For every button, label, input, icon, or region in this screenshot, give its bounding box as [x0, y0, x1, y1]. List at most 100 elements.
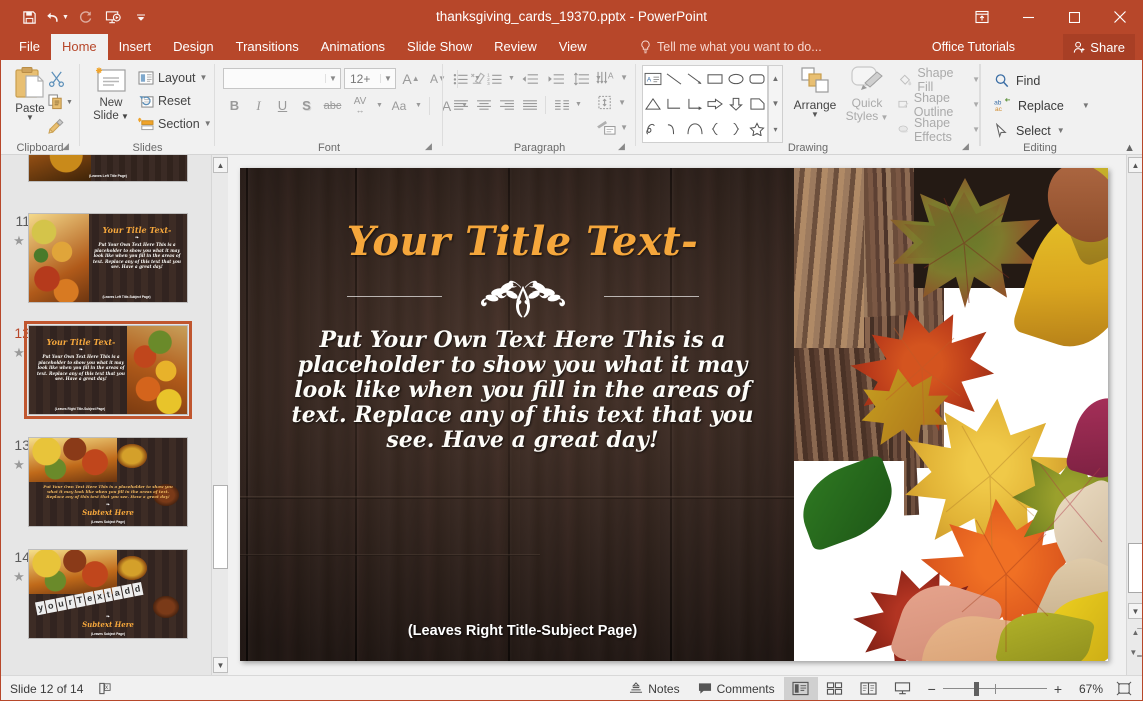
- customize-qat-icon[interactable]: [128, 5, 154, 29]
- shape-right-arrow[interactable]: [705, 91, 726, 116]
- shapes-gallery[interactable]: A: [642, 65, 768, 143]
- undo-icon[interactable]: ▼: [44, 5, 70, 29]
- tab-view[interactable]: View: [548, 34, 598, 60]
- start-presentation-icon[interactable]: [100, 5, 126, 29]
- copy-button[interactable]: ▼: [48, 90, 80, 114]
- layout-button[interactable]: Layout ▼: [138, 66, 212, 89]
- shape-triangle[interactable]: [643, 91, 664, 116]
- accessibility-check-icon[interactable]: x: [97, 681, 112, 696]
- increase-font-size-button[interactable]: A▲: [399, 68, 423, 89]
- current-slide[interactable]: Your Title Text-: [240, 168, 1108, 661]
- change-case-button[interactable]: Aa: [386, 94, 412, 117]
- format-painter-button[interactable]: [48, 114, 80, 138]
- tell-me-search[interactable]: Tell me what you want to do...: [640, 34, 822, 60]
- arrange-dropdown-icon[interactable]: ▼: [811, 112, 819, 118]
- chevron-down-icon[interactable]: ▼: [573, 93, 584, 116]
- scroll-up-icon[interactable]: ▲: [213, 157, 228, 173]
- reset-button[interactable]: Reset: [138, 89, 212, 112]
- slide-thumbnail[interactable]: y o u r T e x t a d d ❧ Subtext Here (Le…: [28, 549, 188, 639]
- new-slide-button[interactable]: New Slide ▼: [86, 65, 136, 123]
- normal-view-button[interactable]: [784, 677, 818, 701]
- align-right-button[interactable]: [495, 93, 518, 116]
- slide-editing-canvas[interactable]: Your Title Text-: [228, 155, 1126, 675]
- shape-fill-button[interactable]: Shape Fill ▼: [898, 67, 980, 92]
- shape-left-brace[interactable]: [705, 117, 726, 142]
- chevron-down-icon[interactable]: ▼: [506, 67, 517, 90]
- paste-button[interactable]: Paste ▼: [8, 66, 52, 121]
- minimize-button[interactable]: [1005, 0, 1051, 34]
- section-dropdown-icon[interactable]: ▼: [204, 119, 212, 128]
- zoom-slider[interactable]: [943, 682, 1047, 696]
- save-icon[interactable]: [16, 5, 42, 29]
- chevron-down-icon[interactable]: ▼: [374, 94, 385, 117]
- reading-view-button[interactable]: [852, 677, 886, 701]
- bullets-button[interactable]: [449, 67, 472, 90]
- office-tutorials-link[interactable]: Office Tutorials: [932, 34, 1015, 60]
- paragraph-dialog-launcher[interactable]: ◢: [618, 141, 630, 153]
- shape-arc[interactable]: [684, 117, 705, 142]
- slide-thumbnail[interactable]: Your Title Text- ❧ Put Your Own Text Her…: [28, 213, 188, 303]
- align-left-button[interactable]: [449, 93, 472, 116]
- layout-dropdown-icon[interactable]: ▼: [200, 73, 208, 82]
- chevron-down-icon[interactable]: ▼: [1057, 126, 1065, 135]
- arrange-button[interactable]: Arrange ▼: [791, 65, 839, 118]
- tab-design[interactable]: Design: [162, 34, 224, 60]
- shape-flowchart-delay[interactable]: [746, 91, 767, 116]
- tab-transitions[interactable]: Transitions: [225, 34, 310, 60]
- scrollbar-thumb[interactable]: [1128, 543, 1143, 593]
- notes-button[interactable]: Notes: [620, 677, 688, 701]
- underline-button[interactable]: U: [271, 94, 294, 117]
- chevron-down-icon[interactable]: ▼: [325, 74, 340, 83]
- text-direction-button[interactable]: A ▼: [596, 65, 628, 90]
- shape-scribble[interactable]: [643, 117, 664, 142]
- copy-dropdown-icon[interactable]: ▼: [66, 99, 73, 106]
- cut-button[interactable]: [48, 66, 80, 90]
- chevron-down-icon[interactable]: ▼: [620, 73, 628, 82]
- next-slide-icon[interactable]: ▼‗: [1128, 645, 1143, 660]
- chevron-down-icon[interactable]: ▼: [1082, 101, 1090, 110]
- slide-thumbnail-panel[interactable]: Title Here Put Your Own Text Here This i…: [0, 155, 211, 675]
- font-size-combo[interactable]: 12+ ▼: [344, 68, 396, 89]
- slide-view-scrollbar[interactable]: ▲ ▼ ▲̅ ▼‗: [1126, 155, 1143, 675]
- shape-effects-button[interactable]: Shape Effects ▼: [898, 117, 980, 142]
- paste-dropdown-icon[interactable]: ▼: [26, 115, 34, 121]
- quick-styles-button[interactable]: Quick Styles ▼: [841, 65, 893, 124]
- convert-to-smartart-button[interactable]: ▼: [596, 115, 628, 140]
- clipboard-dialog-launcher[interactable]: ◢: [62, 141, 74, 153]
- slide-panel-scrollbar[interactable]: ▲ ▼: [211, 155, 228, 675]
- zoom-level-label[interactable]: 67%: [1069, 682, 1103, 696]
- tab-review[interactable]: Review: [483, 34, 548, 60]
- shapes-gallery-scrollbar[interactable]: ▲ ▼ ▾: [768, 65, 783, 143]
- zoom-out-button[interactable]: −: [928, 681, 936, 697]
- tab-file[interactable]: File: [8, 34, 51, 60]
- shape-star[interactable]: [746, 117, 767, 142]
- maximize-button[interactable]: [1051, 0, 1097, 34]
- select-button[interactable]: Select ▼: [994, 118, 1090, 143]
- slide-body-text[interactable]: Put Your Own Text Here This is a placeho…: [270, 328, 775, 453]
- replace-button[interactable]: abac Replace ▼: [994, 93, 1090, 118]
- shape-text-box[interactable]: A: [643, 66, 664, 91]
- shape-curve[interactable]: [664, 117, 685, 142]
- fit-slide-to-window-button[interactable]: [1111, 678, 1137, 700]
- chevron-down-icon[interactable]: ▼: [620, 123, 628, 132]
- tab-slide-show[interactable]: Slide Show: [396, 34, 483, 60]
- section-button[interactable]: Section ▼: [138, 112, 212, 135]
- scrollbar-thumb[interactable]: [213, 485, 228, 569]
- scroll-up-icon[interactable]: ▲: [1128, 157, 1143, 173]
- slide-title-text[interactable]: Your Title Text-: [260, 218, 785, 265]
- italic-button[interactable]: I: [247, 94, 270, 117]
- shape-right-brace[interactable]: [726, 117, 747, 142]
- zoom-slider-handle[interactable]: [974, 682, 979, 696]
- scroll-down-icon[interactable]: ▼: [213, 657, 228, 673]
- line-spacing-button[interactable]: [569, 67, 593, 90]
- shape-line[interactable]: [664, 66, 685, 91]
- shape-down-arrow[interactable]: [726, 91, 747, 116]
- decrease-indent-button[interactable]: [517, 67, 543, 90]
- chevron-down-icon[interactable]: ▼: [472, 67, 483, 90]
- gallery-scroll-up-icon[interactable]: ▲: [769, 66, 782, 91]
- strikethrough-button[interactable]: abc: [319, 94, 346, 117]
- slide-show-view-button[interactable]: [886, 677, 920, 701]
- drawing-dialog-launcher[interactable]: ◢: [962, 141, 974, 153]
- chevron-down-icon[interactable]: ▼: [413, 94, 424, 117]
- shape-rounded-rectangle[interactable]: [746, 66, 767, 91]
